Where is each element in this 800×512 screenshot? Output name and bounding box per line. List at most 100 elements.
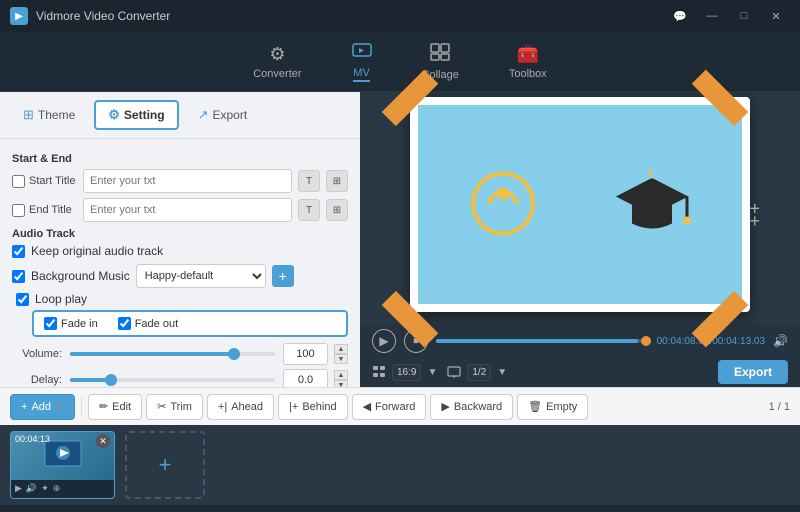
converter-label: Converter	[253, 68, 301, 80]
ahead-btn[interactable]: +| Ahead	[207, 394, 274, 420]
tab-mv[interactable]: MV	[332, 35, 392, 88]
end-title-label: End Title	[12, 204, 77, 217]
ratio-arrow: ▼	[427, 367, 437, 378]
close-btn[interactable]: ✕	[762, 6, 790, 26]
volume-value: 100	[283, 343, 328, 365]
timeline-item-1[interactable]: 00:04:13 ✕ ▶ 🔊 ✦ ⊕	[10, 431, 115, 499]
forward-icon: ◀	[363, 400, 371, 413]
keep-original-checkbox[interactable]	[12, 245, 25, 258]
add-music-btn[interactable]: +	[272, 265, 294, 287]
add-icon: +	[21, 401, 27, 413]
add-overlay-btn[interactable]: +	[749, 211, 760, 232]
toolbox-icon: 🧰	[517, 44, 539, 65]
start-title-checkbox[interactable]	[12, 175, 25, 188]
volume-thumb[interactable]	[228, 348, 240, 360]
loop-play-label: Loop play	[35, 292, 87, 306]
separator-1	[81, 397, 82, 417]
timeline-close-btn[interactable]: ✕	[96, 434, 110, 448]
delay-thumb[interactable]	[105, 374, 117, 386]
delay-row: Delay: 0.0 ▲ ▼	[12, 369, 348, 387]
preview-frame	[410, 97, 750, 312]
keep-original-label: Keep original audio track	[31, 244, 163, 258]
tab-converter[interactable]: ⚙ Converter	[233, 38, 321, 86]
timeline-plus-icon[interactable]: ⊕	[53, 483, 61, 494]
delay-up-btn[interactable]: ▲	[334, 370, 348, 380]
theme-tab[interactable]: ⊞ Theme	[10, 101, 88, 129]
export-btn[interactable]: Export	[718, 360, 788, 384]
fade-options-box: Fade in Fade out	[32, 310, 348, 337]
start-title-input[interactable]	[83, 169, 292, 193]
setting-tab[interactable]: ⚙ Setting	[94, 100, 178, 130]
start-title-text-icon[interactable]: T	[298, 170, 320, 192]
loop-play-row: Loop play	[16, 292, 348, 306]
export-tab[interactable]: ↗ Export	[185, 101, 261, 129]
bg-music-checkbox[interactable]	[12, 270, 25, 283]
setting-label: Setting	[124, 108, 165, 122]
start-title-label: Start Title	[12, 175, 77, 188]
behind-btn[interactable]: |+ Behind	[278, 394, 348, 420]
progress-fill	[436, 339, 638, 343]
timeline: 00:04:13 ✕ ▶ 🔊 ✦ ⊕ +	[0, 425, 800, 505]
start-title-settings-icon[interactable]: ⊞	[326, 170, 348, 192]
toolbox-label: Toolbox	[509, 68, 547, 80]
setting-icon: ⚙	[108, 107, 120, 123]
forward-btn[interactable]: ◀ Forward	[352, 394, 427, 420]
trim-btn[interactable]: ✂ Trim	[146, 394, 203, 420]
main-nav: ⚙ Converter MV Collage 🧰 Toolbox	[0, 32, 800, 92]
timeline-audio-icon[interactable]: 🔊	[26, 483, 37, 494]
volume-slider-track[interactable]	[70, 352, 275, 356]
preview-cap	[612, 168, 692, 241]
edit-btn[interactable]: ✏ Edit	[88, 394, 142, 420]
loop-play-checkbox[interactable]	[16, 293, 29, 306]
screen-select[interactable]: 1/2	[467, 364, 491, 381]
add-btn[interactable]: + Add ▼	[10, 394, 75, 420]
fade-out-label: Fade out	[135, 318, 178, 330]
screen-icon	[447, 365, 461, 379]
volume-icon[interactable]: 🔊	[773, 334, 788, 348]
collage-icon	[430, 43, 450, 66]
bg-music-select[interactable]: Happy-default Romantic Energetic Calm	[136, 264, 266, 288]
fade-in-checkbox[interactable]	[44, 317, 57, 330]
app-title: Vidmore Video Converter	[36, 9, 666, 23]
end-title-input[interactable]	[83, 198, 292, 222]
right-panel: + + ▶ ⏹ 00:04:08.03/00:04:13.03 🔊 16:9	[360, 92, 800, 387]
panel-tabs: ⊞ Theme ⚙ Setting ↗ Export	[0, 92, 360, 139]
backward-btn[interactable]: ▶ Backward	[430, 394, 513, 420]
tab-toolbox[interactable]: 🧰 Toolbox	[489, 38, 567, 86]
mv-label: MV	[353, 67, 370, 82]
end-title-settings-icon[interactable]: ⊞	[326, 199, 348, 221]
end-title-text-icon[interactable]: T	[298, 199, 320, 221]
keep-original-row: Keep original audio track	[12, 244, 348, 258]
end-title-row: End Title T ⊞	[12, 198, 348, 222]
progress-bar[interactable]	[436, 339, 649, 343]
fade-out-checkbox[interactable]	[118, 317, 131, 330]
converter-icon: ⚙	[269, 44, 285, 65]
resize-icon	[372, 365, 386, 379]
volume-down-btn[interactable]: ▼	[334, 354, 348, 364]
message-btn[interactable]: 💬	[666, 6, 694, 26]
play-btn[interactable]: ▶	[372, 329, 396, 353]
toolbar: + Add ▼ ✏ Edit ✂ Trim +| Ahead |+ Behind…	[0, 387, 800, 425]
empty-btn[interactable]: 🗑 Empty	[517, 394, 588, 420]
maximize-btn[interactable]: □	[730, 6, 758, 26]
end-title-checkbox[interactable]	[12, 204, 25, 217]
app-icon: ▶	[10, 7, 28, 25]
bg-music-label: Background Music	[31, 269, 130, 283]
timeline-add-btn[interactable]: +	[125, 431, 205, 499]
ratio-select[interactable]: 16:9	[392, 364, 421, 381]
theme-icon: ⊞	[23, 107, 34, 123]
preview-logo	[468, 168, 538, 241]
delay-down-btn[interactable]: ▼	[334, 380, 348, 387]
minimize-btn[interactable]: —	[698, 6, 726, 26]
volume-up-btn[interactable]: ▲	[334, 344, 348, 354]
delay-value: 0.0	[283, 369, 328, 387]
delay-slider-track[interactable]	[70, 378, 275, 382]
delay-spinner: ▲ ▼	[334, 370, 348, 387]
screen-arrow: ▼	[497, 367, 507, 378]
volume-label: Volume:	[12, 348, 62, 360]
bg-music-row: Background Music Happy-default Romantic …	[12, 264, 348, 288]
backward-icon: ▶	[441, 400, 449, 413]
timeline-star-icon[interactable]: ✦	[41, 483, 49, 494]
progress-thumb[interactable]	[641, 336, 651, 346]
timeline-play-icon[interactable]: ▶	[15, 483, 22, 494]
